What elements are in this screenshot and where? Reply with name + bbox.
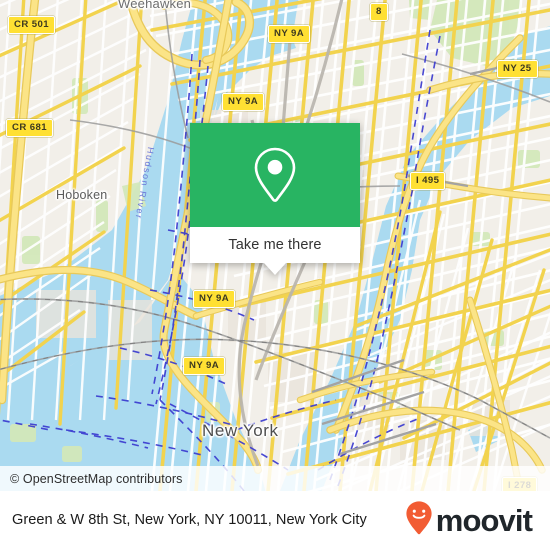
road-shield-ny-9a-upper: NY 9A [222, 93, 265, 111]
place-label-weehawken: Weehawken [118, 0, 192, 11]
address-text: Green & W 8th St, New York, NY 10011, Ne… [12, 512, 367, 528]
road-shield-ny-9a-mid: NY 9A [193, 290, 236, 308]
place-label-hoboken: Hoboken [56, 188, 108, 202]
road-shield-ny-9a-lower: NY 9A [183, 357, 226, 375]
openstreetmap-attribution-text[interactable]: © OpenStreetMap contributors [10, 472, 183, 486]
road-shield-i-495: I 495 [410, 172, 446, 190]
map-canvas[interactable]: Weehawken Hoboken New York Hudson River … [0, 0, 550, 491]
moovit-wordmark: moovit [435, 503, 533, 538]
road-shield-cr-681: CR 681 [6, 119, 53, 137]
popup-image-panel [190, 123, 360, 227]
road-shield-ny-25: NY 25 [497, 60, 538, 78]
map-attribution-bar: © OpenStreetMap contributors [0, 466, 550, 491]
map-pin-icon [252, 146, 298, 204]
road-shield-8: 8 [370, 3, 388, 21]
road-shield-cr-501: CR 501 [8, 16, 55, 34]
road-shield-ny-9a-north: NY 9A [268, 25, 311, 43]
location-popup-card[interactable]: Take me there [190, 123, 360, 275]
moovit-logo[interactable]: moovit [405, 500, 538, 541]
moovit-smiley-pin-icon [405, 500, 433, 541]
moovit-map-screenshot: Weehawken Hoboken New York Hudson River … [0, 0, 550, 550]
popup-action-bar[interactable]: Take me there [190, 227, 360, 275]
place-label-new-york: New York [202, 421, 279, 440]
popup-pointer-tail [264, 263, 286, 275]
take-me-there-button-label[interactable]: Take me there [228, 237, 321, 253]
footer-bar: Green & W 8th St, New York, NY 10011, Ne… [0, 491, 550, 550]
